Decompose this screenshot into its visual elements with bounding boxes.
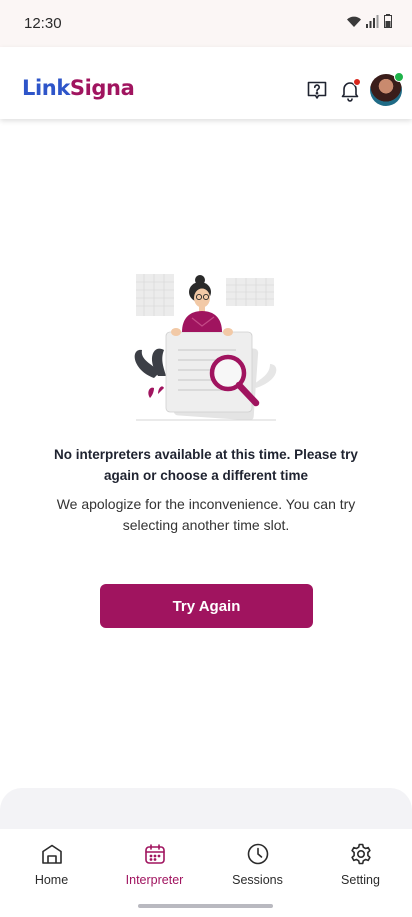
nav-label-home: Home [34,873,69,887]
nav-item-setting[interactable]: Setting [309,829,412,917]
logo-text-signa: Signa [69,76,135,100]
empty-state-title: No interpreters available at this time. … [54,447,358,483]
notification-badge [353,78,361,86]
try-again-button[interactable]: Try Again [100,584,313,628]
nav-label-sessions: Sessions [232,873,283,887]
empty-state: No interpreters available at this time. … [0,268,412,536]
online-status-dot [394,72,404,82]
search-illustration [134,274,277,421]
calendar-icon [144,844,165,864]
help-icon [307,81,327,99]
status-bar: 12:30 [0,0,412,47]
nav-label-setting: Setting [341,873,380,887]
signal-icon [366,14,379,28]
empty-state-subtitle: We apologize for the inconvenience. You … [56,496,356,533]
nav-item-home[interactable]: Home [0,829,103,917]
app-logo[interactable]: LinkSigna [22,76,135,100]
header-actions [301,72,404,106]
notifications-button[interactable] [334,74,366,106]
home-indicator [138,904,273,908]
status-icons [346,14,392,28]
battery-icon [384,14,392,28]
wifi-icon [347,16,361,27]
nav-label-interpreter: Interpreter [125,873,184,887]
help-button[interactable] [301,74,333,106]
gear-icon [350,843,371,865]
logo-text-link: Link [22,76,70,100]
avatar[interactable] [370,72,404,106]
home-icon [41,844,62,864]
app-header: LinkSigna [0,47,412,119]
clock-icon [247,843,268,865]
status-time: 12:30 [24,15,62,32]
